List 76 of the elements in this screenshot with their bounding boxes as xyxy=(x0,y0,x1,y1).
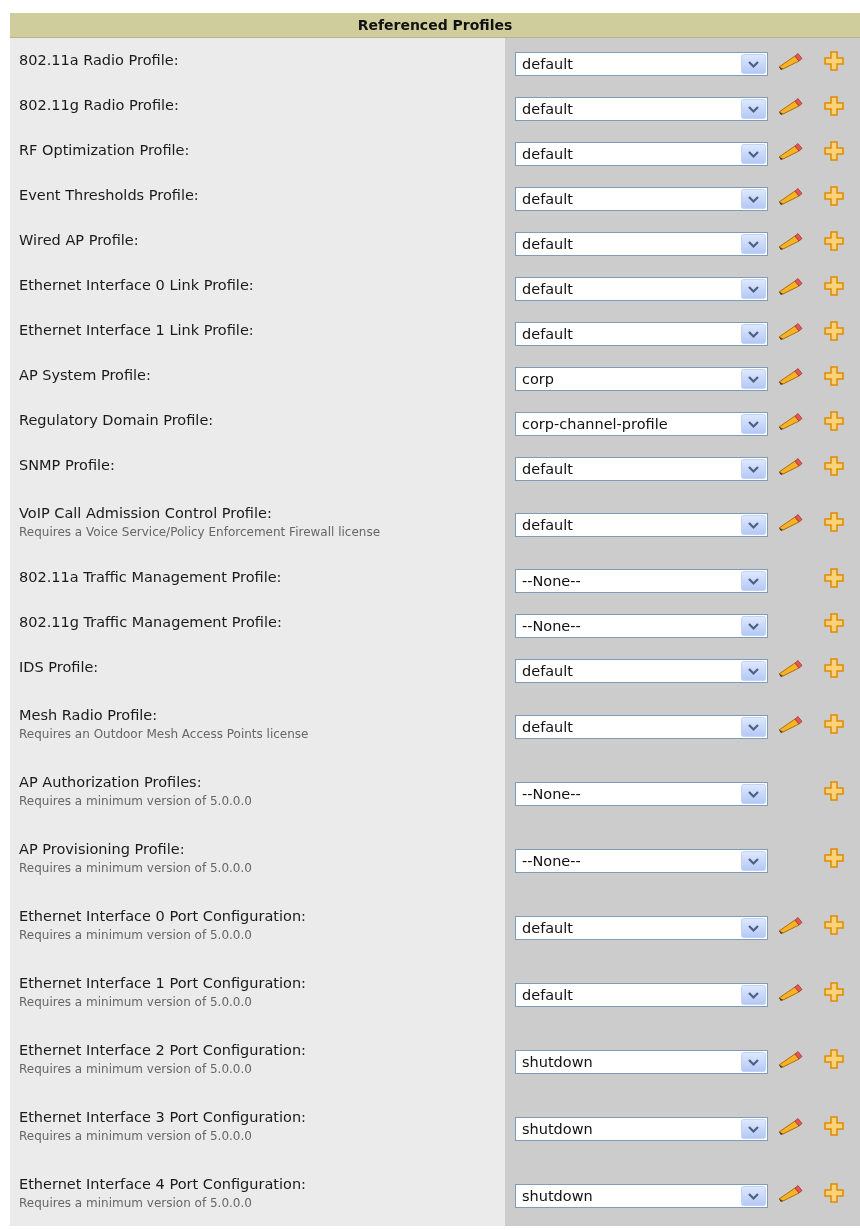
profile-dropdown[interactable]: --None-- xyxy=(515,568,768,593)
requirement-note: Requires a minimum version of 5.0.0.0 xyxy=(19,926,253,944)
profile-dropdown[interactable]: default xyxy=(515,141,768,166)
profile-dropdown[interactable]: shutdown xyxy=(515,1116,768,1141)
plus-icon[interactable] xyxy=(824,713,844,734)
plus-icon[interactable] xyxy=(824,567,844,588)
requirement-note: Requires a minimum version of 5.0.0.0 xyxy=(19,792,253,810)
plus-icon[interactable] xyxy=(824,1048,844,1069)
profile-label: Ethernet Interface 2 Port Configuration: xyxy=(19,1040,307,1060)
profile-label: Regulatory Domain Profile: xyxy=(19,411,215,430)
profile-label: Ethernet Interface 0 Link Profile: xyxy=(19,276,255,295)
profile-label: Mesh Radio Profile: xyxy=(19,705,159,725)
profile-dropdown[interactable]: default xyxy=(515,51,768,76)
plus-icon[interactable] xyxy=(824,1115,844,1136)
profile-dropdown[interactable]: default xyxy=(515,186,768,211)
plus-icon[interactable] xyxy=(824,185,844,206)
profile-dropdown[interactable]: shutdown xyxy=(515,1049,768,1074)
plus-icon[interactable] xyxy=(824,275,844,296)
plus-icon[interactable] xyxy=(824,914,844,935)
profile-label: IDS Profile: xyxy=(19,658,100,677)
plus-icon[interactable] xyxy=(824,230,844,251)
requirement-note: Requires a minimum version of 5.0.0.0 xyxy=(19,859,253,877)
plus-icon[interactable] xyxy=(824,410,844,431)
profile-dropdown[interactable]: default xyxy=(515,915,768,940)
requirement-note: Requires a minimum version of 5.0.0.0 xyxy=(19,1127,253,1145)
plus-icon[interactable] xyxy=(824,612,844,633)
profile-label: 802.11g Traffic Management Profile: xyxy=(19,613,283,632)
plus-icon[interactable] xyxy=(824,1182,844,1203)
profile-label: Ethernet Interface 3 Port Configuration: xyxy=(19,1107,307,1127)
profile-label: RF Optimization Profile: xyxy=(19,141,191,160)
profile-dropdown[interactable]: default xyxy=(515,658,768,683)
requirement-note: Requires an Outdoor Mesh Access Points license xyxy=(19,725,310,743)
requirement-note: Requires a minimum version of 5.0.0.0 xyxy=(19,1194,253,1212)
profile-dropdown[interactable]: default xyxy=(515,982,768,1007)
profile-dropdown[interactable]: shutdown xyxy=(515,1183,768,1208)
profile-label: Wired AP Profile: xyxy=(19,231,140,250)
profile-label: 802.11a Radio Profile: xyxy=(19,51,180,70)
profile-dropdown[interactable]: --None-- xyxy=(515,613,768,638)
profile-label: Ethernet Interface 0 Port Configuration: xyxy=(19,906,307,926)
profile-label: AP Provisioning Profile: xyxy=(19,839,186,859)
profile-label: AP Authorization Profiles: xyxy=(19,772,203,792)
plus-icon[interactable] xyxy=(824,365,844,386)
requirement-note: Requires a minimum version of 5.0.0.0 xyxy=(19,1060,253,1078)
profile-label: Ethernet Interface 4 Port Configuration: xyxy=(19,1174,307,1194)
profile-dropdown[interactable]: default xyxy=(515,231,768,256)
profile-dropdown[interactable]: default xyxy=(515,321,768,346)
profile-label: VoIP Call Admission Control Profile: xyxy=(19,503,273,523)
profile-label: 802.11a Traffic Management Profile: xyxy=(19,568,283,587)
profile-dropdown[interactable]: --None-- xyxy=(515,848,768,873)
profile-dropdown[interactable]: default xyxy=(515,512,768,537)
profile-label: 802.11g Radio Profile: xyxy=(19,96,180,115)
profile-dropdown[interactable]: default xyxy=(515,276,768,301)
profile-dropdown[interactable]: corp-channel-profile xyxy=(515,411,768,436)
plus-icon[interactable] xyxy=(824,455,844,476)
requirement-note: Requires a Voice Service/Policy Enforcement Firewall license xyxy=(19,523,382,541)
plus-icon[interactable] xyxy=(824,981,844,1002)
profile-label: Ethernet Interface 1 Port Configuration: xyxy=(19,973,307,993)
profile-label: Event Thresholds Profile: xyxy=(19,186,200,205)
plus-icon[interactable] xyxy=(824,140,844,161)
plus-icon[interactable] xyxy=(824,847,844,868)
profile-dropdown[interactable]: corp xyxy=(515,366,768,391)
profile-dropdown[interactable]: --None-- xyxy=(515,781,768,806)
plus-icon[interactable] xyxy=(824,320,844,341)
plus-icon[interactable] xyxy=(824,511,844,532)
profile-dropdown[interactable]: default xyxy=(515,714,768,739)
plus-icon[interactable] xyxy=(824,780,844,801)
requirement-note: Requires a minimum version of 5.0.0.0 xyxy=(19,993,253,1011)
plus-icon[interactable] xyxy=(824,50,844,71)
section-header: Referenced Profiles xyxy=(10,13,860,38)
plus-icon[interactable] xyxy=(824,95,844,116)
profile-label: SNMP Profile: xyxy=(19,456,116,475)
profile-label: AP System Profile: xyxy=(19,366,152,385)
plus-icon[interactable] xyxy=(824,657,844,678)
profile-dropdown[interactable]: default xyxy=(515,456,768,481)
profile-dropdown[interactable]: default xyxy=(515,96,768,121)
profile-label: Ethernet Interface 1 Link Profile: xyxy=(19,321,255,340)
